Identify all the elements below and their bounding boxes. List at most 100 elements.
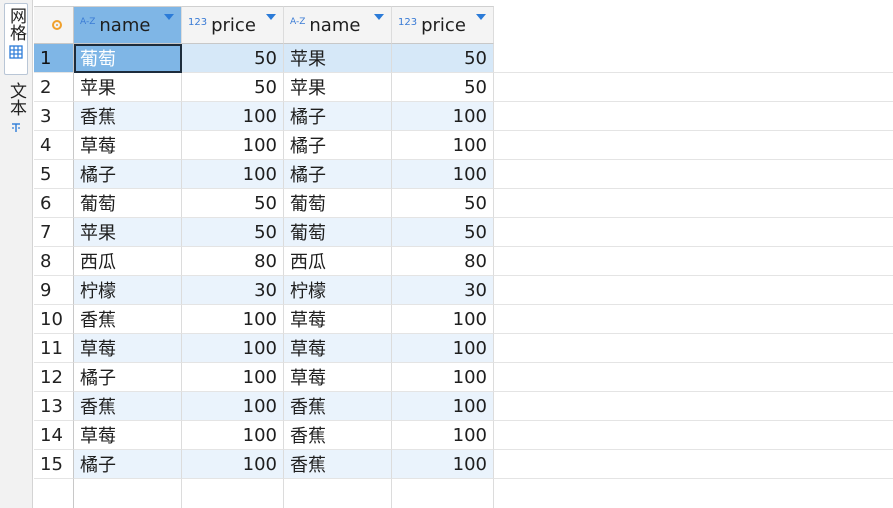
cell-price-2[interactable]: 80 [392, 247, 494, 276]
sort-dropdown-icon[interactable] [266, 14, 276, 20]
cell-price-2[interactable]: 50 [392, 189, 494, 218]
cell-price-2[interactable]: 100 [392, 392, 494, 421]
cell-price-2[interactable]: 50 [392, 44, 494, 73]
cell-price-1[interactable]: 100 [182, 102, 284, 131]
cell-name-1[interactable]: 西瓜 [74, 247, 182, 276]
cell-name-1[interactable]: 香蕉 [74, 102, 182, 131]
cell-name-1[interactable]: 草莓 [74, 334, 182, 363]
cell-name-2[interactable]: 苹果 [284, 73, 392, 102]
table-row[interactable]: 13 香蕉 100 香蕉 100 [34, 392, 893, 421]
cell-price-1[interactable]: 30 [182, 276, 284, 305]
text-view-tab[interactable]: 文本 [4, 80, 28, 144]
table-row[interactable]: 3 香蕉 100 橘子 100 [34, 102, 893, 131]
row-number[interactable]: 6 [34, 189, 74, 218]
row-number[interactable]: 9 [34, 276, 74, 305]
column-header-name-2[interactable]: A-Z name [284, 6, 392, 44]
cell-name-1[interactable]: 葡萄 [74, 44, 182, 73]
table-row[interactable]: 7 苹果 50 葡萄 50 [34, 218, 893, 247]
table-row[interactable]: 14 草莓 100 香蕉 100 [34, 421, 893, 450]
column-header-price-2[interactable]: 123 price [392, 6, 494, 44]
cell-price-2[interactable]: 100 [392, 334, 494, 363]
column-header-name-1[interactable]: A-Z name [74, 6, 182, 44]
sort-dropdown-icon[interactable] [476, 14, 486, 20]
cell-name-1[interactable]: 草莓 [74, 131, 182, 160]
cell-name-2[interactable]: 草莓 [284, 363, 392, 392]
cell-price-2[interactable]: 100 [392, 160, 494, 189]
cell-price-1[interactable]: 100 [182, 160, 284, 189]
cell-name-1[interactable]: 橘子 [74, 363, 182, 392]
table-row[interactable]: 6 葡萄 50 葡萄 50 [34, 189, 893, 218]
table-row[interactable]: 12 橘子 100 草莓 100 [34, 363, 893, 392]
cell-price-2[interactable]: 100 [392, 102, 494, 131]
cell-price-1[interactable]: 50 [182, 218, 284, 247]
cell-name-2[interactable]: 橘子 [284, 102, 392, 131]
cell-name-2[interactable]: 苹果 [284, 44, 392, 73]
row-number[interactable]: 13 [34, 392, 74, 421]
cell-name-2[interactable]: 草莓 [284, 305, 392, 334]
cell-name-2[interactable]: 草莓 [284, 334, 392, 363]
cell-name-1[interactable]: 橘子 [74, 450, 182, 479]
table-row[interactable]: 9 柠檬 30 柠檬 30 [34, 276, 893, 305]
table-row[interactable]: 5 橘子 100 橘子 100 [34, 160, 893, 189]
cell-price-1[interactable]: 50 [182, 73, 284, 102]
row-number[interactable]: 11 [34, 334, 74, 363]
cell-name-1[interactable]: 苹果 [74, 73, 182, 102]
cell-name-1[interactable]: 柠檬 [74, 276, 182, 305]
cell-price-2[interactable]: 100 [392, 305, 494, 334]
table-row[interactable]: 4 草莓 100 橘子 100 [34, 131, 893, 160]
cell-name-1[interactable]: 香蕉 [74, 392, 182, 421]
cell-price-1[interactable]: 100 [182, 131, 284, 160]
cell-price-1[interactable]: 50 [182, 189, 284, 218]
cell-name-1[interactable]: 香蕉 [74, 305, 182, 334]
cell-name-1[interactable]: 葡萄 [74, 189, 182, 218]
table-row[interactable]: 15 橘子 100 香蕉 100 [34, 450, 893, 479]
cell-price-1[interactable]: 50 [182, 44, 284, 73]
table-row[interactable]: 10 香蕉 100 草莓 100 [34, 305, 893, 334]
table-row[interactable]: 11 草莓 100 草莓 100 [34, 334, 893, 363]
cell-price-2[interactable]: 100 [392, 421, 494, 450]
cell-price-2[interactable]: 50 [392, 218, 494, 247]
cell-price-2[interactable]: 100 [392, 131, 494, 160]
cell-price-1[interactable]: 100 [182, 450, 284, 479]
cell-name-2[interactable]: 香蕉 [284, 450, 392, 479]
row-number[interactable]: 14 [34, 421, 74, 450]
cell-name-1[interactable]: 苹果 [74, 218, 182, 247]
cell-price-2[interactable]: 100 [392, 450, 494, 479]
column-header-price-1[interactable]: 123 price [182, 6, 284, 44]
row-header-corner[interactable] [34, 6, 74, 44]
row-number[interactable]: 2 [34, 73, 74, 102]
cell-name-1[interactable]: 橘子 [74, 160, 182, 189]
cell-name-2[interactable]: 西瓜 [284, 247, 392, 276]
cell-price-1[interactable]: 100 [182, 305, 284, 334]
cell-name-2[interactable]: 香蕉 [284, 392, 392, 421]
grid-view-tab[interactable]: 网格 [4, 3, 28, 75]
cell-name-2[interactable]: 葡萄 [284, 189, 392, 218]
row-number[interactable]: 12 [34, 363, 74, 392]
cell-price-1[interactable]: 80 [182, 247, 284, 276]
cell-price-1[interactable]: 100 [182, 421, 284, 450]
row-number[interactable]: 1 [34, 44, 74, 73]
cell-price-2[interactable]: 100 [392, 363, 494, 392]
row-number[interactable]: 4 [34, 131, 74, 160]
cell-price-1[interactable]: 100 [182, 363, 284, 392]
row-number[interactable]: 8 [34, 247, 74, 276]
cell-price-2[interactable]: 30 [392, 276, 494, 305]
cell-name-1[interactable]: 草莓 [74, 421, 182, 450]
sort-dropdown-icon[interactable] [164, 14, 174, 20]
table-row[interactable]: 2 苹果 50 苹果 50 [34, 73, 893, 102]
cell-price-1[interactable]: 100 [182, 392, 284, 421]
table-row[interactable]: 1 葡萄 50 苹果 50 [34, 44, 893, 73]
cell-name-2[interactable]: 香蕉 [284, 421, 392, 450]
row-number[interactable]: 5 [34, 160, 74, 189]
row-number[interactable]: 15 [34, 450, 74, 479]
result-grid[interactable]: A-Z name 123 price A-Z name 123 price 1葡… [34, 0, 893, 508]
cell-name-2[interactable]: 柠檬 [284, 276, 392, 305]
cell-name-2[interactable]: 橘子 [284, 160, 392, 189]
table-row[interactable]: 8 西瓜 80 西瓜 80 [34, 247, 893, 276]
sort-dropdown-icon[interactable] [374, 14, 384, 20]
row-number[interactable]: 10 [34, 305, 74, 334]
row-number[interactable]: 7 [34, 218, 74, 247]
row-number[interactable]: 3 [34, 102, 74, 131]
cell-name-2[interactable]: 葡萄 [284, 218, 392, 247]
cell-price-1[interactable]: 100 [182, 334, 284, 363]
